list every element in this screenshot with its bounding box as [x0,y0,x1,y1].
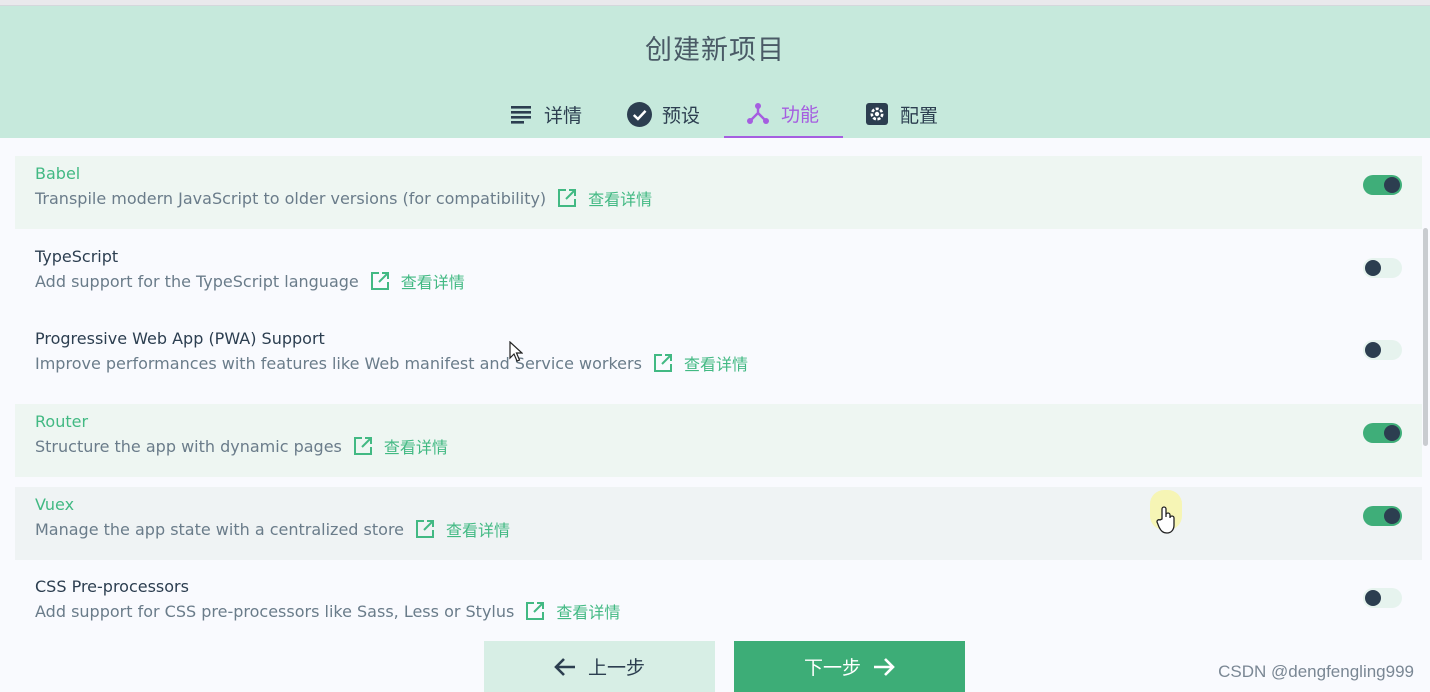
feature-toggle[interactable] [1363,258,1402,278]
feature-description: Structure the app with dynamic pages [35,436,342,456]
scrollbar[interactable] [1423,228,1428,446]
more-info-link[interactable]: 查看详情 [588,186,652,210]
feature-description: Manage the app state with a centralized … [35,519,405,539]
next-step-button[interactable]: 下一步 [734,641,965,692]
tab-presets[interactable]: 预设 [626,90,700,138]
feature-name: Progressive Web App (PWA) Support [35,329,325,348]
previous-step-button[interactable]: 上一步 [484,641,715,692]
feature-row-css-preprocessors[interactable]: CSS Pre-processors Add support for CSS p… [15,569,1422,642]
feature-description: Improve performances with features like … [35,353,642,373]
header: 创建新项目 详情 预设 功能 配置 [0,6,1430,138]
tab-features-label: 功能 [781,103,820,126]
feature-toggle[interactable] [1363,506,1402,526]
feature-toggle[interactable] [1363,175,1402,195]
tab-details[interactable]: 详情 [508,90,582,138]
feature-toggle[interactable] [1363,588,1402,608]
next-step-label: 下一步 [803,657,861,679]
toggle-knob [1384,177,1400,193]
list-icon [508,101,534,127]
watermark: CSDN @dengfengling999 [1218,662,1414,681]
toggle-knob [1384,425,1400,441]
toggle-knob [1384,508,1400,524]
page-title: 创建新项目 [645,35,785,66]
external-link-icon[interactable] [652,352,674,374]
feature-row-pwa[interactable]: Progressive Web App (PWA) Support Improv… [15,321,1422,394]
more-info-link[interactable]: 查看详情 [384,434,448,458]
arrow-cursor-icon [509,341,523,362]
external-link-icon[interactable] [556,187,578,209]
toggle-knob [1365,590,1381,606]
previous-step-label: 上一步 [587,657,645,679]
toggle-knob [1365,342,1381,358]
tab-config[interactable]: 配置 [864,90,938,138]
more-info-link[interactable]: 查看详情 [684,351,748,375]
external-link-icon[interactable] [524,600,546,622]
check-circle-icon [626,101,652,127]
feature-description-line: Improve performances with features like … [35,351,748,375]
feature-description-line: Structure the app with dynamic pages 查看详… [35,434,448,458]
more-info-link[interactable]: 查看详情 [556,599,620,623]
settings-icon [864,101,890,127]
feature-row-router[interactable]: Router Structure the app with dynamic pa… [15,404,1422,477]
feature-description: Add support for the TypeScript language [35,271,359,291]
hand-cursor-icon [1156,506,1175,534]
tab-presets-label: 预设 [662,104,701,127]
feature-toggle[interactable] [1363,340,1402,360]
feature-name: TypeScript [35,247,119,266]
fork-icon [745,100,771,126]
feature-row-typescript[interactable]: TypeScript Add support for the TypeScrip… [15,239,1422,312]
tab-details-label: 详情 [544,104,583,127]
tab-features[interactable]: 功能 [724,90,843,138]
feature-name: Vuex [35,495,75,514]
arrow-left-icon [554,657,575,676]
feature-description-line: Add support for CSS pre-processors like … [35,599,620,623]
more-info-link[interactable]: 查看详情 [446,517,510,541]
feature-toggle[interactable] [1363,423,1402,443]
feature-row-babel[interactable]: Babel Transpile modern JavaScript to old… [15,156,1422,229]
feature-description-line: Add support for the TypeScript language … [35,269,465,293]
feature-description: Add support for CSS pre-processors like … [35,601,515,621]
feature-description-line: Manage the app state with a centralized … [35,517,510,541]
tab-config-label: 配置 [900,104,939,127]
feature-row-vuex[interactable]: Vuex Manage the app state with a central… [15,487,1422,560]
toggle-knob [1365,260,1381,276]
external-link-icon[interactable] [369,270,391,292]
step-tabs: 详情 预设 功能 配置 [0,90,1430,138]
arrow-right-icon [874,657,895,676]
feature-description-line: Transpile modern JavaScript to older ver… [35,186,652,210]
feature-name: CSS Pre-processors [35,577,189,596]
more-info-link[interactable]: 查看详情 [401,269,465,293]
feature-name: Babel [35,164,81,183]
feature-description: Transpile modern JavaScript to older ver… [35,188,547,208]
external-link-icon[interactable] [414,518,436,540]
external-link-icon[interactable] [352,435,374,457]
feature-name: Router [35,412,89,431]
